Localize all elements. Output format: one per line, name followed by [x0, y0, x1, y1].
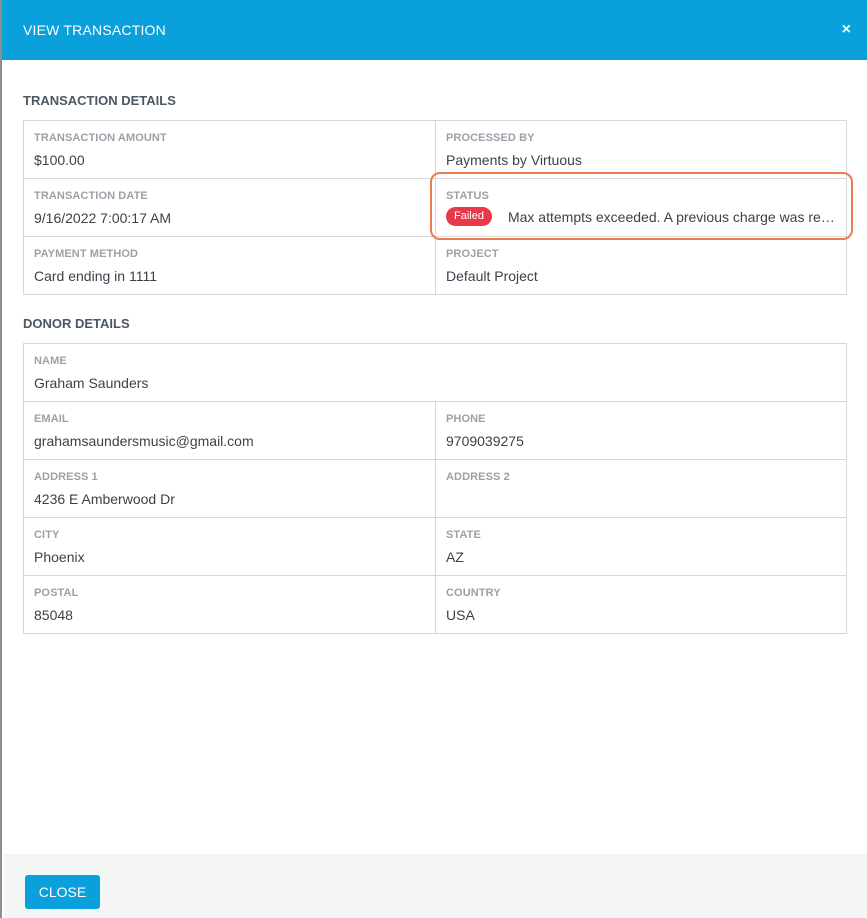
transaction-amount-cell: TRANSACTION AMOUNT $100.00	[24, 121, 435, 178]
modal-header: VIEW TRANSACTION ×	[2, 0, 867, 60]
donor-details-grid: NAME Graham Saunders EMAIL grahamsaunder…	[23, 343, 847, 634]
detail-row: TRANSACTION AMOUNT $100.00 PROCESSED BY …	[24, 121, 846, 178]
modal-title: VIEW TRANSACTION	[23, 22, 166, 38]
address1-value: 4236 E Amberwood Dr	[34, 491, 175, 507]
field-label: TRANSACTION DATE	[34, 190, 148, 202]
detail-row: EMAIL grahamsaundersmusic@gmail.com PHON…	[24, 401, 846, 459]
field-label: PHONE	[446, 413, 486, 425]
view-transaction-modal: VIEW TRANSACTION × TRANSACTION DETAILS T…	[0, 0, 867, 918]
postal-cell: POSTAL 85048	[24, 576, 435, 633]
donor-details-title: DONOR DETAILS	[23, 316, 130, 331]
detail-row: NAME Graham Saunders	[24, 344, 846, 401]
transaction-date-value: 9/16/2022 7:00:17 AM	[34, 210, 171, 226]
field-label: PROCESSED BY	[446, 132, 535, 144]
email-cell: EMAIL grahamsaundersmusic@gmail.com	[24, 402, 435, 459]
field-label: ADDRESS 1	[34, 471, 98, 483]
city-cell: CITY Phoenix	[24, 518, 435, 575]
close-icon[interactable]: ×	[842, 22, 851, 38]
close-button[interactable]: CLOSE	[25, 875, 100, 909]
modal-body: TRANSACTION DETAILS TRANSACTION AMOUNT $…	[2, 93, 867, 634]
field-label: STATE	[446, 529, 481, 541]
field-label: COUNTRY	[446, 587, 501, 599]
transaction-details-grid: TRANSACTION AMOUNT $100.00 PROCESSED BY …	[23, 120, 847, 295]
field-label: STATUS	[446, 190, 489, 202]
state-value: AZ	[446, 549, 464, 565]
transaction-amount-value: $100.00	[34, 152, 85, 168]
project-cell: PROJECT Default Project	[435, 237, 846, 294]
detail-row: ADDRESS 1 4236 E Amberwood Dr ADDRESS 2	[24, 459, 846, 517]
state-cell: STATE AZ	[435, 518, 846, 575]
field-label: POSTAL	[34, 587, 79, 599]
detail-row: POSTAL 85048 COUNTRY USA	[24, 575, 846, 633]
field-label: NAME	[34, 355, 67, 367]
payment-method-cell: PAYMENT METHOD Card ending in 1111	[24, 237, 435, 294]
detail-row: CITY Phoenix STATE AZ	[24, 517, 846, 575]
address2-cell: ADDRESS 2	[435, 460, 846, 517]
phone-value: 9709039275	[446, 433, 524, 449]
status-cell: STATUS Failed Max attempts exceeded. A p…	[435, 179, 846, 236]
status-line: Failed Max attempts exceeded. A previous…	[446, 207, 836, 226]
address1-cell: ADDRESS 1 4236 E Amberwood Dr	[24, 460, 435, 517]
modal-footer: CLOSE	[4, 854, 867, 918]
transaction-date-cell: TRANSACTION DATE 9/16/2022 7:00:17 AM	[24, 179, 435, 236]
field-label: EMAIL	[34, 413, 69, 425]
country-cell: COUNTRY USA	[435, 576, 846, 633]
detail-row: TRANSACTION DATE 9/16/2022 7:00:17 AM ST…	[24, 178, 846, 236]
city-value: Phoenix	[34, 549, 85, 565]
postal-value: 85048	[34, 607, 73, 623]
phone-cell: PHONE 9709039275	[435, 402, 846, 459]
field-label: PROJECT	[446, 248, 499, 260]
name-cell: NAME Graham Saunders	[24, 344, 846, 401]
field-label: CITY	[34, 529, 60, 541]
processed-by-cell: PROCESSED BY Payments by Virtuous	[435, 121, 846, 178]
status-message: Max attempts exceeded. A previous charge…	[507, 208, 836, 225]
field-label: ADDRESS 2	[446, 471, 510, 483]
detail-row: PAYMENT METHOD Card ending in 1111 PROJE…	[24, 236, 846, 294]
transaction-details-title: TRANSACTION DETAILS	[23, 93, 176, 108]
name-value: Graham Saunders	[34, 375, 149, 391]
status-badge: Failed	[446, 207, 492, 226]
processed-by-value: Payments by Virtuous	[446, 152, 582, 168]
country-value: USA	[446, 607, 475, 623]
project-value: Default Project	[446, 268, 538, 284]
field-label: PAYMENT METHOD	[34, 248, 139, 260]
email-value: grahamsaundersmusic@gmail.com	[34, 433, 254, 449]
payment-method-value: Card ending in 1111	[34, 268, 157, 284]
field-label: TRANSACTION AMOUNT	[34, 132, 167, 144]
